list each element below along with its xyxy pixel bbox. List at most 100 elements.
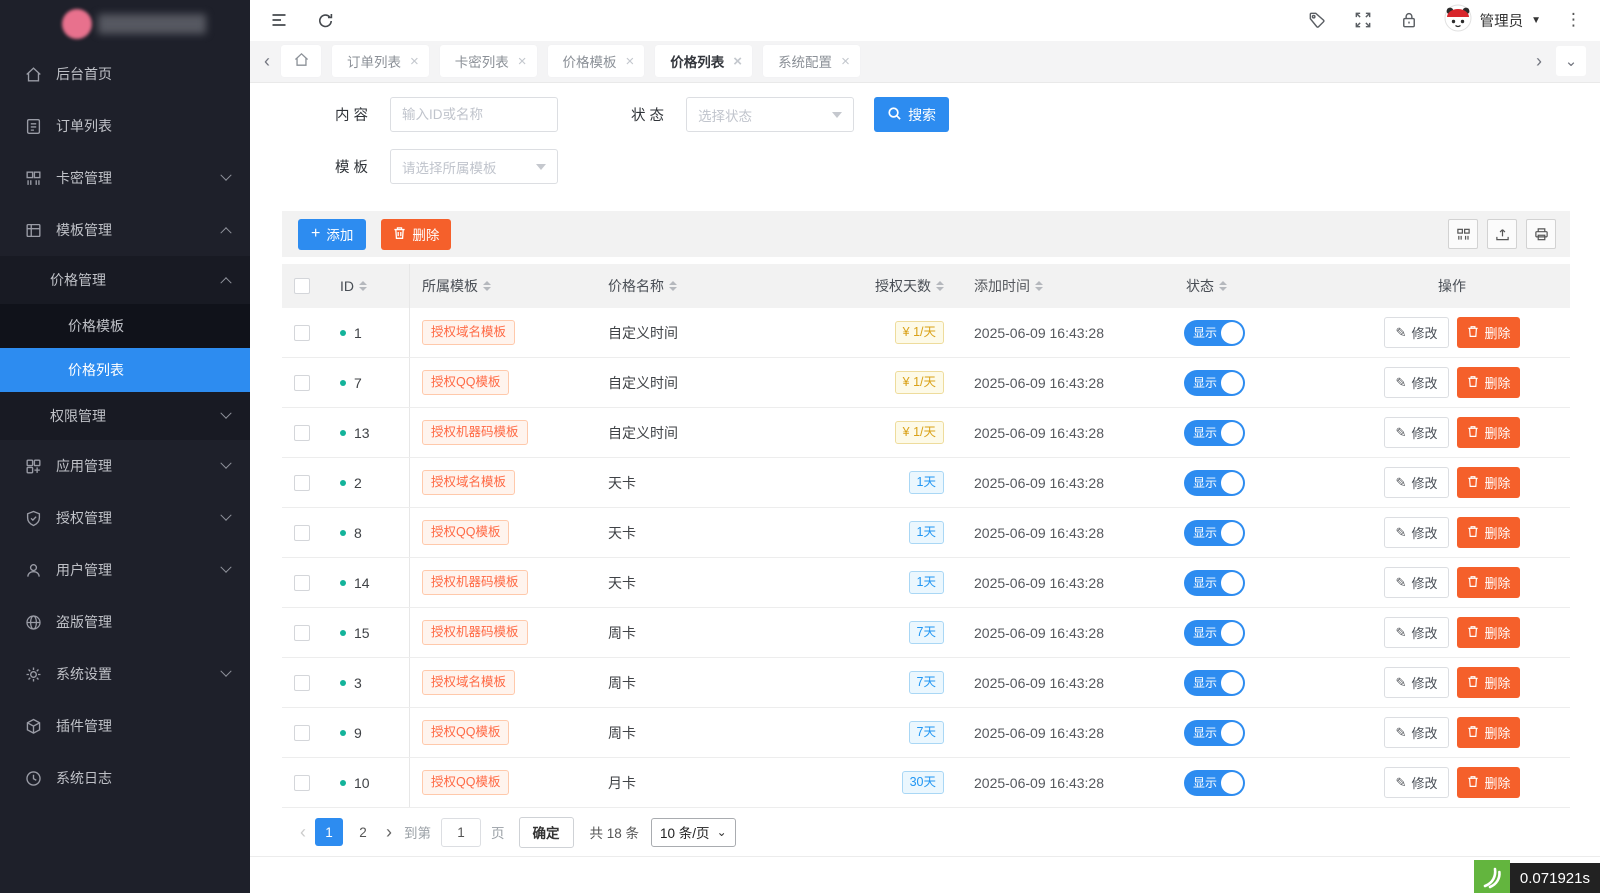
tab-price-list[interactable]: 价格列表 × <box>655 45 752 77</box>
column-header-time[interactable]: 添加时间 <box>954 264 1146 308</box>
sort-icon[interactable] <box>1219 281 1227 291</box>
tabs-scroll-right-icon[interactable]: › <box>1536 52 1542 70</box>
delete-button[interactable]: 删除 <box>1457 567 1520 598</box>
column-header-name[interactable]: 价格名称 <box>598 264 856 308</box>
column-header-id[interactable]: ID <box>322 264 410 308</box>
close-icon[interactable]: × <box>518 54 527 69</box>
page-size-select[interactable]: 10 条/页 ⌄ <box>651 818 736 847</box>
tab-card-list[interactable]: 卡密列表 × <box>440 45 537 77</box>
user-menu[interactable]: 管理员 ▼ <box>1444 4 1541 37</box>
fullscreen-icon[interactable] <box>1352 9 1374 31</box>
tab-system-config[interactable]: 系统配置 × <box>763 45 860 77</box>
sort-icon[interactable] <box>483 281 491 291</box>
sort-icon[interactable] <box>1035 281 1043 291</box>
edit-button[interactable]: ✎修改 <box>1384 317 1450 348</box>
tab-order-list[interactable]: 订单列表 × <box>332 45 429 77</box>
sidebar-item-apps[interactable]: 应用管理 <box>0 440 250 492</box>
delete-button[interactable]: 删除 <box>1457 517 1520 548</box>
sidebar-item-authorization[interactable]: 授权管理 <box>0 492 250 544</box>
content-search-input[interactable] <box>390 97 558 132</box>
delete-button[interactable]: 删除 <box>1457 467 1520 498</box>
row-checkbox[interactable] <box>294 475 310 491</box>
close-icon[interactable]: × <box>626 54 635 69</box>
next-page-icon[interactable]: › <box>380 822 398 843</box>
export-icon[interactable] <box>1487 219 1517 249</box>
sidebar-item-plugins[interactable]: 插件管理 <box>0 700 250 752</box>
sidebar-item-price-template[interactable]: 价格模板 <box>0 304 250 348</box>
sidebar-item-permissions[interactable]: 权限管理 <box>0 392 250 440</box>
page-button-2[interactable]: 2 <box>349 818 377 846</box>
edit-button[interactable]: ✎修改 <box>1384 517 1450 548</box>
close-icon[interactable]: × <box>410 54 419 69</box>
status-toggle[interactable]: 显示 <box>1184 620 1245 646</box>
delete-button[interactable]: 删除 <box>1457 367 1520 398</box>
bulk-delete-button[interactable]: 删除 <box>381 219 451 250</box>
lock-icon[interactable] <box>1398 9 1420 31</box>
tab-home[interactable] <box>281 45 321 77</box>
sidebar-item-templates[interactable]: 模板管理 <box>0 204 250 256</box>
delete-button[interactable]: 删除 <box>1457 317 1520 348</box>
edit-button[interactable]: ✎修改 <box>1384 567 1450 598</box>
sidebar-item-piracy[interactable]: 盗版管理 <box>0 596 250 648</box>
sidebar-item-price-management[interactable]: 价格管理 <box>0 256 250 304</box>
sidebar-item-dashboard[interactable]: 后台首页 <box>0 48 250 100</box>
edit-button[interactable]: ✎修改 <box>1384 467 1450 498</box>
row-checkbox[interactable] <box>294 375 310 391</box>
row-checkbox[interactable] <box>294 625 310 641</box>
columns-icon[interactable] <box>1448 219 1478 249</box>
row-checkbox[interactable] <box>294 675 310 691</box>
column-header-template[interactable]: 所属模板 <box>410 264 598 308</box>
close-icon[interactable]: × <box>733 54 742 69</box>
search-button[interactable]: 搜索 <box>874 97 949 132</box>
print-icon[interactable] <box>1526 219 1556 249</box>
status-toggle[interactable]: 显示 <box>1184 370 1245 396</box>
close-icon[interactable]: × <box>841 54 850 69</box>
select-all-checkbox[interactable] <box>294 278 310 294</box>
status-toggle[interactable]: 显示 <box>1184 520 1245 546</box>
sidebar-item-logs[interactable]: 系统日志 <box>0 752 250 804</box>
status-toggle[interactable]: 显示 <box>1184 470 1245 496</box>
status-toggle[interactable]: 显示 <box>1184 320 1245 346</box>
column-header-status[interactable]: 状态 <box>1146 264 1334 308</box>
collapse-sidebar-icon[interactable] <box>268 9 290 31</box>
status-toggle[interactable]: 显示 <box>1184 670 1245 696</box>
sort-icon[interactable] <box>669 281 677 291</box>
page-button-1[interactable]: 1 <box>315 818 343 846</box>
row-checkbox[interactable] <box>294 425 310 441</box>
row-checkbox[interactable] <box>294 525 310 541</box>
row-checkbox[interactable] <box>294 775 310 791</box>
confirm-page-button[interactable]: 确定 <box>519 817 574 848</box>
sidebar-item-cardkeys[interactable]: 卡密管理 <box>0 152 250 204</box>
prev-page-icon[interactable]: ‹ <box>294 822 312 843</box>
status-toggle[interactable]: 显示 <box>1184 420 1245 446</box>
status-toggle[interactable]: 显示 <box>1184 720 1245 746</box>
refresh-icon[interactable] <box>314 9 336 31</box>
status-toggle[interactable]: 显示 <box>1184 570 1245 596</box>
edit-button[interactable]: ✎修改 <box>1384 367 1450 398</box>
delete-button[interactable]: 删除 <box>1457 767 1520 798</box>
tag-icon[interactable] <box>1306 9 1328 31</box>
status-select[interactable]: 选择状态 <box>686 97 854 132</box>
sidebar-item-users[interactable]: 用户管理 <box>0 544 250 596</box>
goto-page-input[interactable] <box>441 818 481 847</box>
row-checkbox[interactable] <box>294 325 310 341</box>
delete-button[interactable]: 删除 <box>1457 717 1520 748</box>
sort-icon[interactable] <box>936 281 944 291</box>
sidebar-item-settings[interactable]: 系统设置 <box>0 648 250 700</box>
edit-button[interactable]: ✎修改 <box>1384 767 1450 798</box>
status-toggle[interactable]: 显示 <box>1184 770 1245 796</box>
row-checkbox[interactable] <box>294 575 310 591</box>
tabs-scroll-left-icon[interactable]: ‹ <box>264 52 270 70</box>
add-button[interactable]: + 添加 <box>298 219 366 250</box>
sidebar-item-price-list[interactable]: 价格列表 <box>0 348 250 392</box>
delete-button[interactable]: 删除 <box>1457 617 1520 648</box>
sidebar-item-orders[interactable]: 订单列表 <box>0 100 250 152</box>
delete-button[interactable]: 删除 <box>1457 667 1520 698</box>
more-menu-icon[interactable]: ⋮ <box>1565 10 1582 30</box>
edit-button[interactable]: ✎修改 <box>1384 667 1450 698</box>
column-header-days[interactable]: 授权天数 <box>856 264 954 308</box>
sort-icon[interactable] <box>359 281 367 291</box>
delete-button[interactable]: 删除 <box>1457 417 1520 448</box>
template-select[interactable]: 请选择所属模板 <box>390 149 558 184</box>
edit-button[interactable]: ✎修改 <box>1384 617 1450 648</box>
